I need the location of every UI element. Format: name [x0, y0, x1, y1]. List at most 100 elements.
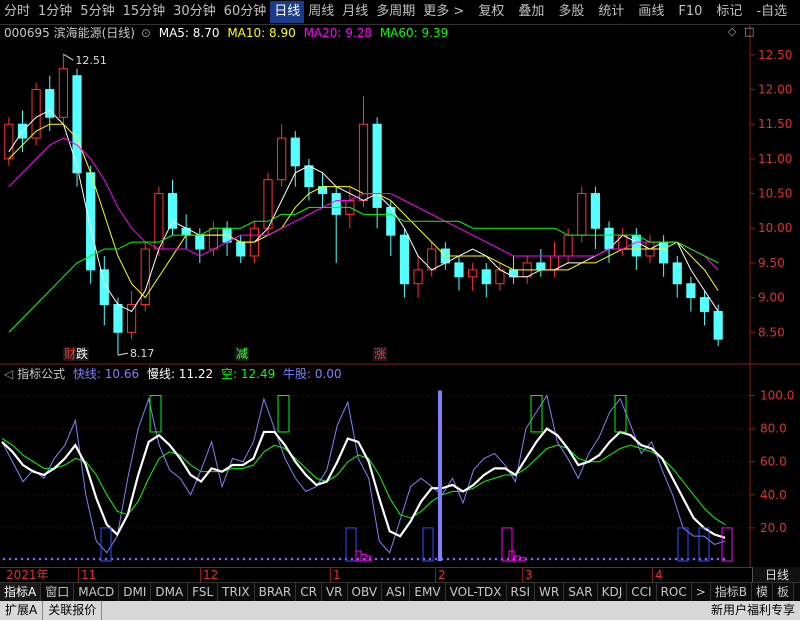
baseline-dot — [416, 557, 420, 561]
time-label: 3 — [522, 568, 533, 582]
status-extend-a[interactable]: 扩展A — [0, 601, 44, 620]
period-tab-0[interactable]: 分时 — [0, 1, 34, 23]
price-tick-label: 9.00 — [758, 291, 785, 305]
toolbar-action-3[interactable]: 统计 — [594, 1, 628, 23]
indicator-tick-label: 60.0 — [760, 455, 787, 469]
indicator-tab-6[interactable]: TRIX — [218, 583, 255, 601]
indicator-tab-14[interactable]: RSI — [507, 583, 536, 601]
baseline-dot — [122, 557, 126, 561]
stock-title[interactable]: 000695 滨海能源(日线) — [4, 26, 135, 40]
candle-body — [4, 123, 14, 160]
indicator-expand-icon[interactable]: ◁ — [4, 367, 13, 381]
period-tab-9[interactable]: 多周期 — [372, 1, 419, 23]
indicator-tab-5[interactable]: FSL — [188, 583, 219, 601]
indicator-tab-1[interactable]: 窗口 — [41, 583, 75, 601]
period-tab-5[interactable]: 60分钟 — [220, 1, 271, 23]
period-tab-2[interactable]: 5分钟 — [76, 1, 118, 23]
top-toolbar: 分时 1分钟 5分钟 15分钟 30分钟 60分钟 日线 周线 月线 多周期 更多 > 复权 叠加 多股统… — [0, 0, 800, 25]
event-tag[interactable]: 跌 — [75, 346, 89, 361]
toolbar-action-4[interactable]: 画线 — [634, 1, 668, 23]
candle-body — [195, 234, 205, 250]
period-tab-8[interactable]: 月线 — [338, 1, 372, 23]
diamond-icon[interactable]: ◇ — [728, 25, 736, 38]
event-tag-label: 减 — [236, 347, 248, 361]
indicator-tab-12[interactable]: EMV — [410, 583, 446, 601]
indicator-tab-3[interactable]: DMI — [119, 583, 152, 601]
indicator-tab-22[interactable]: 模 — [752, 583, 774, 601]
square-icon[interactable]: □ — [744, 25, 754, 38]
buy-signal-box — [277, 395, 290, 433]
baseline-dot — [134, 557, 138, 561]
indicator-tab-8[interactable]: CR — [296, 583, 322, 601]
period-tab-6[interactable]: 日线 — [270, 1, 305, 23]
event-tag[interactable]: 涨 — [373, 346, 387, 361]
indicator-tab-21[interactable]: 指标B — [711, 583, 753, 601]
time-label: 4 — [652, 568, 663, 582]
low-marker-arrow — [117, 352, 129, 356]
baseline-dot — [590, 557, 594, 561]
indicator-tab-11[interactable]: ASI — [382, 583, 411, 601]
indicator-tab-0[interactable]: 指标A — [0, 583, 42, 601]
period-tab-4[interactable]: 30分钟 — [169, 1, 220, 23]
baseline-dot — [188, 557, 192, 561]
indicator-chart[interactable]: 100.0 80.0 60.0 40.0 20.0 — [0, 365, 800, 567]
toolbar-action-1[interactable]: 叠加 — [514, 1, 548, 23]
baseline-dot — [626, 557, 630, 561]
event-tag[interactable]: 减 — [235, 347, 249, 361]
baseline-dot — [638, 557, 642, 561]
slow-line-label: 慢线: 11.22 — [146, 367, 214, 381]
baseline-dot — [20, 557, 24, 561]
price-tick-label: 9.50 — [758, 256, 785, 270]
baseline-dot — [236, 557, 240, 561]
indicator-tab-20[interactable]: > — [692, 583, 711, 601]
baseline-dot — [710, 557, 714, 561]
baseline-dot — [86, 557, 90, 561]
indicator-tab-4[interactable]: DMA — [151, 583, 189, 601]
candle-body — [236, 241, 246, 257]
candle-body — [454, 262, 464, 278]
toolbar-action-6[interactable]: 标记 — [712, 1, 746, 23]
baseline-dot — [170, 557, 174, 561]
baseline-dot — [254, 557, 258, 561]
baseline-dot — [380, 557, 384, 561]
baseline-dot — [338, 557, 342, 561]
indicator-tab-13[interactable]: VOL-TDX — [446, 583, 507, 601]
toolbar-action-2[interactable]: 多股 — [554, 1, 588, 23]
baseline-dot — [44, 557, 48, 561]
toolbar-action-5[interactable]: F10 — [674, 1, 706, 23]
candle-body — [577, 193, 587, 236]
baseline-dot — [662, 557, 666, 561]
indicator-name[interactable]: 指标公式 — [17, 367, 65, 381]
indicator-tab-15[interactable]: WR — [535, 583, 565, 601]
baseline-dot — [2, 557, 6, 561]
indicator-tab-17[interactable]: KDJ — [598, 583, 628, 601]
baseline-dot — [38, 557, 42, 561]
baseline-dot — [320, 557, 324, 561]
indicator-tab-23[interactable]: 板 — [773, 583, 795, 601]
status-related-quote[interactable]: 关联报价 — [43, 601, 103, 620]
baseline-dot — [194, 557, 198, 561]
baseline-dot — [704, 557, 708, 561]
indicator-tab-19[interactable]: ROC — [657, 583, 692, 601]
indicator-tab-7[interactable]: BRAR — [255, 583, 297, 601]
expand-arrow-icon[interactable]: ⊙ — [141, 26, 151, 40]
indicator-tab-16[interactable]: SAR — [564, 583, 598, 601]
event-tag[interactable]: 财 — [63, 347, 77, 361]
chart-corner-controls: ◇ □ — [728, 25, 754, 38]
baseline-dot — [50, 557, 54, 561]
period-tab-7[interactable]: 周线 — [304, 1, 338, 23]
period-tab-1[interactable]: 1分钟 — [34, 1, 76, 23]
indicator-tab-18[interactable]: CCI — [627, 583, 657, 601]
period-tab-10[interactable]: 更多 > — [419, 1, 468, 23]
event-tag-label: 涨 — [374, 346, 386, 361]
baseline-dot — [608, 557, 612, 561]
indicator-tab-9[interactable]: VR — [322, 583, 348, 601]
indicator-tab-2[interactable]: MACD — [74, 583, 120, 601]
toolbar-action-7[interactable]: -自选 — [752, 1, 791, 23]
price-chart[interactable]: 12.50 12.00 11.50 11.00 10.50 10.00 9.50 9.00 8.… — [0, 25, 800, 365]
toolbar-action-0[interactable]: 复权 — [474, 1, 508, 23]
indicator-tab-10[interactable]: OBV — [348, 583, 383, 601]
time-label: 2 — [435, 568, 446, 582]
period-tab-3[interactable]: 15分钟 — [119, 1, 170, 23]
status-new-user-promo[interactable]: 新用户福利专享 — [706, 601, 800, 620]
